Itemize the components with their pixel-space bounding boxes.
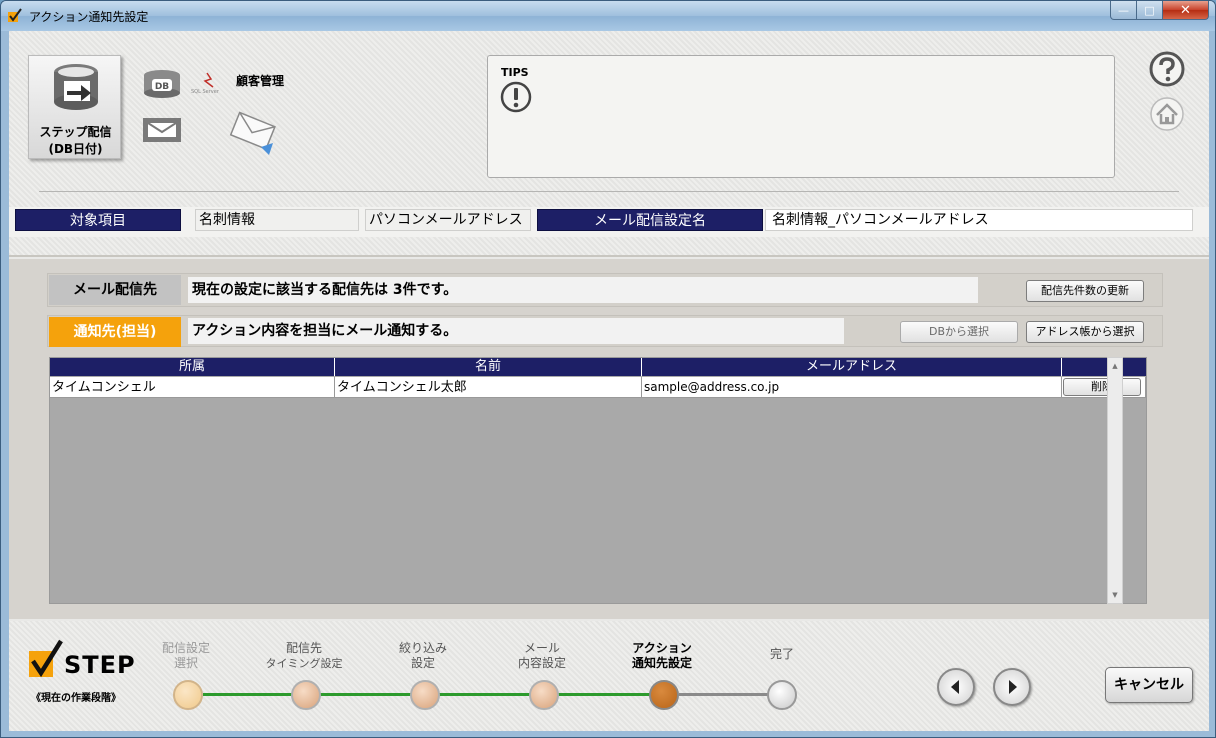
target-item-value1: 名刺情報 xyxy=(195,209,359,231)
step-label-4: メール 内容設定 xyxy=(517,641,566,670)
step-circle-3 xyxy=(410,680,440,710)
tips-panel: TIPS xyxy=(487,55,1115,178)
tips-label: TIPS xyxy=(501,66,529,79)
step-delivery-label: ステップ配信 (DB日付) xyxy=(39,125,112,156)
mail-delivery-message: 現在の設定に該当する配信先は 3件です。 xyxy=(188,277,978,303)
grid-scrollbar[interactable]: ▲ ▼ xyxy=(1107,357,1123,604)
refresh-count-button[interactable]: 配信先件数の更新 xyxy=(1026,280,1144,302)
svg-text:SQL Server: SQL Server xyxy=(191,89,220,95)
progress-track-remaining xyxy=(679,693,771,696)
arrow-left-icon xyxy=(951,680,959,694)
header-area: ステップ配信 (DB日付) DB SQL Server 顧客管理 TIPS xyxy=(9,31,1209,207)
column-header-action xyxy=(1062,358,1146,376)
delivery-setting-label: メール配信設定名 xyxy=(537,209,763,231)
prev-step-button[interactable] xyxy=(937,668,975,706)
mail-icon xyxy=(143,118,181,142)
step-circle-1 xyxy=(173,680,203,710)
step-delivery-icon xyxy=(54,64,98,110)
info-bar-divider xyxy=(9,237,1209,257)
app-checkmark-icon xyxy=(8,8,22,22)
step-label-6: 完了 xyxy=(769,647,794,661)
column-header-affiliation[interactable]: 所属 xyxy=(50,358,335,376)
info-bar: 対象項目 名刺情報 パソコンメールアドレス メール配信設定名 名刺情報_パソコン… xyxy=(9,207,1209,237)
column-header-email[interactable]: メールアドレス xyxy=(642,358,1062,376)
cell-affiliation[interactable]: タイムコンシェル xyxy=(50,377,335,398)
target-item-value2: パソコンメールアドレス xyxy=(365,209,531,231)
scroll-down-icon[interactable]: ▼ xyxy=(1108,588,1122,602)
home-icon[interactable] xyxy=(1149,96,1185,132)
notify-row: 通知先(担当) アクション内容を担当にメール通知する。 DBから選択 アドレス帳… xyxy=(47,315,1163,347)
title-bar: アクション通知先設定 — □ ✕ xyxy=(1,1,1215,31)
step-circle-5 xyxy=(649,680,679,710)
main-panel: メール配信先 現在の設定に該当する配信先は 3件です。 配信先件数の更新 通知先… xyxy=(9,259,1209,619)
exclamation-icon xyxy=(500,81,532,113)
notify-label: 通知先(担当) xyxy=(49,317,181,347)
step-bar: STEP 《現在の作業段階》 配信設定 選択 配信先 タイミング設定 絞り込み 設定 xyxy=(9,621,1209,731)
question-icon[interactable] xyxy=(1149,51,1185,87)
table-row[interactable]: タイムコンシェル タイムコンシェル太郎 sample@address.co.jp… xyxy=(50,377,1146,398)
app-window: アクション通知先設定 — □ ✕ ステップ配信 (DB日付) DB SQL Se… xyxy=(0,0,1216,738)
delivery-setting-value: 名刺情報_パソコンメールアドレス xyxy=(765,209,1193,231)
client-area: ステップ配信 (DB日付) DB SQL Server 顧客管理 TIPS 対象… xyxy=(9,31,1209,731)
window-controls: — □ ✕ xyxy=(1110,1,1209,20)
header-separator xyxy=(39,191,1179,192)
step-check-logo-icon xyxy=(29,639,63,678)
minimize-button[interactable]: — xyxy=(1110,1,1137,20)
step-label-1: 配信設定 選択 xyxy=(161,641,210,670)
step-delivery-tile: ステップ配信 (DB日付) xyxy=(28,55,121,159)
close-button[interactable]: ✕ xyxy=(1163,1,1209,20)
cell-name[interactable]: タイムコンシェル太郎 xyxy=(335,377,642,398)
step-label-5: アクション 通知先設定 xyxy=(631,641,692,670)
step-subtitle: 《現在の作業段階》 xyxy=(31,693,121,704)
address-book-select-button[interactable]: アドレス帳から選択 xyxy=(1026,321,1144,343)
notify-message: アクション内容を担当にメール通知する。 xyxy=(188,318,844,344)
column-header-name[interactable]: 名前 xyxy=(335,358,642,376)
scroll-up-icon[interactable]: ▲ xyxy=(1108,359,1122,373)
svg-text:DB: DB xyxy=(155,82,169,92)
next-step-button[interactable] xyxy=(993,668,1031,706)
cell-delete: 削除 xyxy=(1062,377,1146,398)
step-title: STEP xyxy=(64,651,136,679)
mail-delivery-label: メール配信先 xyxy=(49,275,181,305)
step-circle-2 xyxy=(291,680,321,710)
target-item-label: 対象項目 xyxy=(15,209,181,231)
envelope-send-icon xyxy=(229,111,276,155)
mail-delivery-row: メール配信先 現在の設定に該当する配信先は 3件です。 配信先件数の更新 xyxy=(47,273,1163,307)
customer-management-label: 顧客管理 xyxy=(236,74,285,88)
step-label-3: 絞り込み 設定 xyxy=(398,641,447,670)
arrow-right-icon xyxy=(1009,680,1017,694)
sql-server-icon: SQL Server xyxy=(191,72,220,95)
cancel-button[interactable]: キャンセル xyxy=(1105,667,1193,703)
grid-header: 所属 名前 メールアドレス xyxy=(50,358,1146,376)
db-select-button[interactable]: DBから選択 xyxy=(900,321,1018,343)
step-label-2: 配信先 タイミング設定 xyxy=(265,641,343,670)
maximize-button[interactable]: □ xyxy=(1137,1,1163,20)
step-circle-6 xyxy=(767,680,797,710)
delete-button[interactable]: 削除 xyxy=(1063,378,1141,396)
step-circle-4 xyxy=(529,680,559,710)
window-title: アクション通知先設定 xyxy=(29,10,149,24)
cell-email[interactable]: sample@address.co.jp xyxy=(642,377,1062,398)
database-icon: DB xyxy=(144,70,180,98)
notify-grid: 所属 名前 メールアドレス タイムコンシェル タイムコンシェル太郎 sample… xyxy=(49,357,1147,604)
